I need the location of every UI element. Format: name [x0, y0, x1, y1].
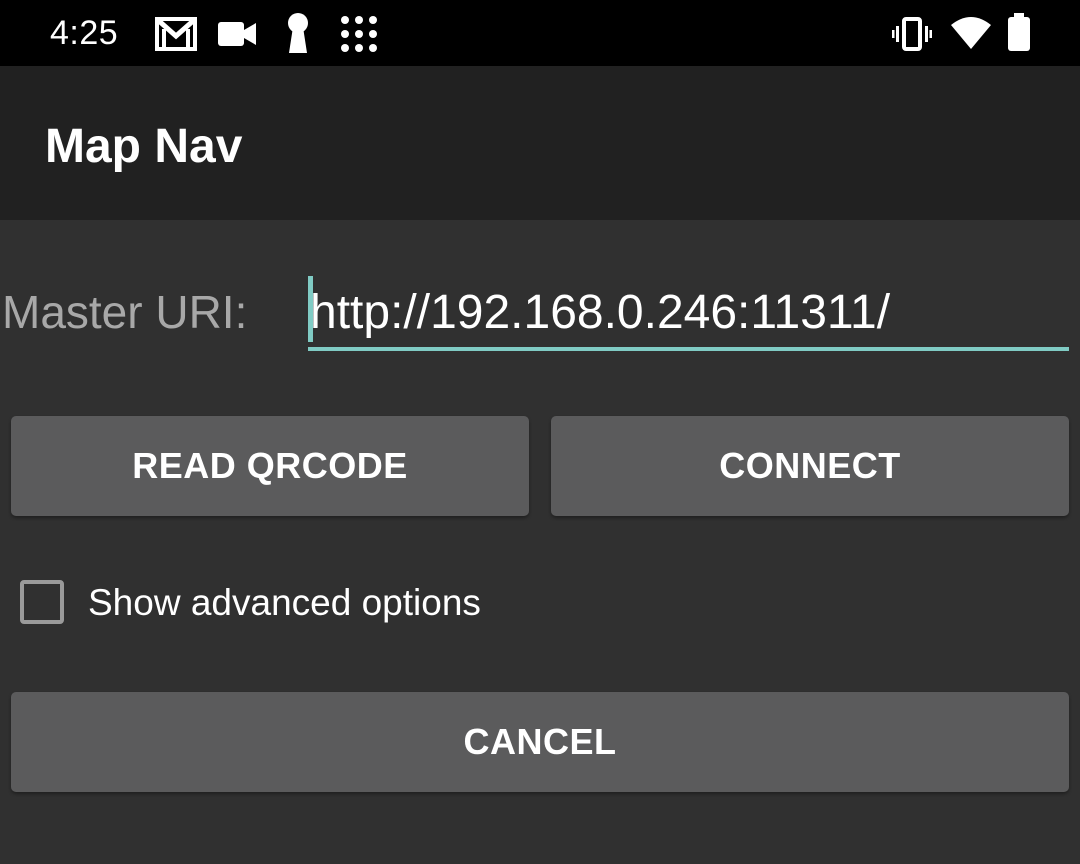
master-uri-label: Master URI: [2, 286, 248, 338]
connect-label: CONNECT [719, 445, 901, 486]
cancel-button[interactable]: CANCEL [11, 692, 1069, 792]
app-title: Map Nav [45, 120, 243, 173]
show-advanced-label: Show advanced options [88, 582, 481, 623]
read-qrcode-label: READ QRCODE [132, 445, 408, 486]
show-advanced-checkbox[interactable] [20, 580, 64, 624]
show-advanced-options-toggle[interactable]: Show advanced options [18, 578, 538, 632]
master-chooser-form: Master URI: http://192.168.0.246:11311/ … [0, 220, 1080, 864]
input-underline [308, 347, 1069, 351]
read-qrcode-button[interactable]: READ QRCODE [11, 416, 529, 516]
app-bar: Map Nav [0, 66, 1080, 220]
gmail-icon [155, 17, 197, 51]
master-uri-input[interactable]: http://192.168.0.246:11311/ [308, 276, 1070, 352]
connect-button[interactable]: CONNECT [551, 416, 1069, 516]
battery-icon [1008, 13, 1030, 51]
status-bar: 4:25 [0, 0, 1080, 66]
keyhole-icon [288, 13, 308, 53]
wifi-icon [951, 17, 991, 49]
master-uri-value: http://192.168.0.246:11311/ [310, 286, 891, 339]
app-grid-icon [341, 16, 377, 52]
vibrate-icon [892, 17, 932, 51]
status-time: 4:25 [50, 14, 119, 52]
video-camera-icon [218, 22, 256, 46]
cancel-label: CANCEL [463, 721, 617, 762]
